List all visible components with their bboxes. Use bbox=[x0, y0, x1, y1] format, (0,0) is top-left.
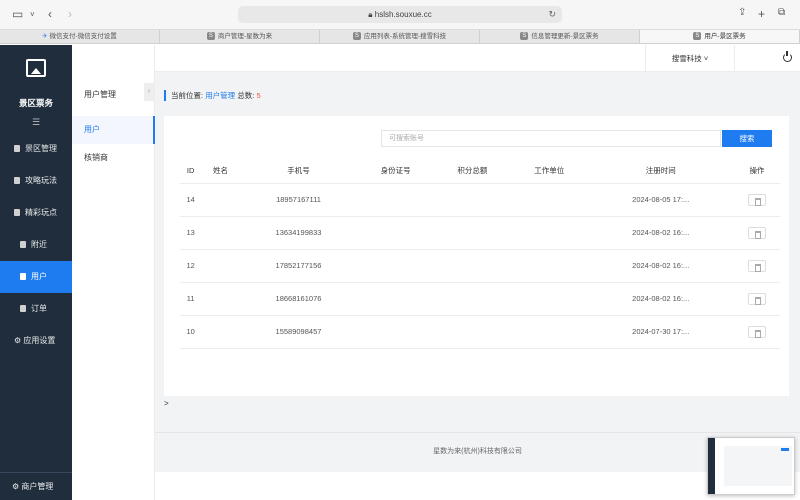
subnav-title: 用户管理 bbox=[84, 90, 116, 99]
gear-icon: ⚙ bbox=[14, 336, 24, 345]
tab-bar: ✈ 微信支付-微信支付设置 S 商户管理-星数为来 S 应用列表-系统管理-搜雪科技… bbox=[0, 30, 800, 44]
tab-app-list[interactable]: S 应用列表-系统管理-搜雪科技 bbox=[320, 30, 480, 43]
tab-overview-icon[interactable]: ⧉ bbox=[778, 7, 785, 18]
sidebar-item-guides[interactable]: 攻略玩法 bbox=[0, 165, 72, 197]
sidebar-item-nearby[interactable]: 附近 bbox=[0, 229, 72, 261]
site-favicon-icon: S bbox=[206, 32, 215, 41]
col-id: ID bbox=[180, 159, 202, 184]
search-button[interactable]: 搜索 bbox=[722, 130, 772, 147]
sidebar-toggle-icon[interactable]: ▭ bbox=[12, 7, 23, 21]
thumbnail-button bbox=[781, 448, 789, 451]
table-row: 10 15589098457 2024-07-30 17:... bbox=[180, 315, 780, 349]
document-icon bbox=[20, 273, 26, 280]
col-workplace: 工作单位 bbox=[510, 159, 588, 184]
sidebar-item-users[interactable]: 用户 bbox=[0, 261, 72, 293]
back-icon[interactable]: ‹ bbox=[48, 7, 52, 21]
company-dropdown[interactable]: 搜雪科技 ˅ bbox=[645, 45, 735, 72]
url-text: hslsh.souxue.cc bbox=[374, 10, 432, 19]
reload-icon[interactable]: ↻ bbox=[548, 6, 556, 23]
col-actions: 操作 bbox=[733, 159, 780, 184]
col-register-time: 注册时间 bbox=[587, 159, 734, 184]
search-input[interactable]: 可搜索账号 bbox=[381, 130, 721, 147]
subnav-item-users[interactable]: 用户 bbox=[72, 116, 155, 144]
pagination-arrow[interactable]: > bbox=[164, 399, 169, 408]
sidebar-item-app-settings[interactable]: ⚙ 应用设置 bbox=[0, 325, 72, 357]
col-points: 积分总额 bbox=[434, 159, 511, 184]
document-icon bbox=[20, 241, 26, 248]
thumbnail-card bbox=[724, 446, 792, 486]
sidebar-item-highlights[interactable]: 精彩玩点 bbox=[0, 197, 72, 229]
table-row: 14 18957167111 2024-08-05 17:... bbox=[180, 183, 780, 217]
collapse-icon[interactable]: ‹ bbox=[144, 83, 154, 101]
top-header: 搜雪科技 ˅ bbox=[155, 45, 800, 72]
new-tab-icon[interactable]: + bbox=[758, 7, 765, 21]
table-row: 13 13634199833 2024-08-02 16:... bbox=[180, 216, 780, 250]
document-icon bbox=[14, 177, 20, 184]
screenshot-thumbnail[interactable] bbox=[707, 437, 795, 495]
site-favicon-icon: S bbox=[352, 32, 361, 41]
sub-sidebar: 用户管理 ‹ 用户 核销商 bbox=[72, 45, 155, 500]
col-idcard: 身份证号 bbox=[357, 159, 435, 184]
wechat-favicon-icon: ✈ bbox=[42, 33, 50, 40]
user-table: ID 姓名 手机号 身份证号 积分总额 工作单位 注册时间 操作 14 1895… bbox=[180, 159, 780, 349]
gear-icon: ⚙ bbox=[12, 482, 22, 491]
footer: 星数为来(杭州)科技有限公司 bbox=[155, 432, 800, 472]
breadcrumb-current[interactable]: 用户管理 bbox=[205, 91, 235, 100]
site-favicon-icon: S bbox=[693, 32, 702, 41]
sidebar-item-scenic[interactable]: 景区管理 bbox=[0, 133, 72, 165]
total-count: 5 bbox=[256, 91, 261, 100]
breadcrumb: 当前位置: 用户管理 总数: 5 bbox=[164, 90, 261, 101]
image-logo-icon bbox=[26, 59, 46, 77]
delete-icon[interactable] bbox=[747, 292, 766, 305]
share-icon[interactable]: ⇪ bbox=[738, 7, 746, 18]
chevron-down-icon[interactable]: ˅ bbox=[30, 10, 35, 19]
tab-wechat-pay[interactable]: ✈ 微信支付-微信支付设置 bbox=[0, 30, 160, 43]
thumbnail-sidebar bbox=[708, 438, 715, 494]
col-phone: 手机号 bbox=[239, 159, 358, 184]
delete-icon[interactable] bbox=[747, 259, 766, 272]
sidebar-item-merchant[interactable]: ⚙ 商户管理 bbox=[0, 472, 72, 500]
address-bar[interactable]: 🔒︎ hslsh.souxue.cc ↻ bbox=[238, 6, 562, 23]
menu-icon[interactable]: ☰ bbox=[0, 117, 72, 128]
power-icon[interactable] bbox=[783, 51, 792, 62]
delete-icon[interactable] bbox=[747, 325, 766, 338]
tab-users[interactable]: S 用户-景区票务 bbox=[640, 30, 800, 43]
tab-merchant[interactable]: S 商户管理-星数为来 bbox=[160, 30, 320, 43]
col-name: 姓名 bbox=[201, 159, 240, 184]
delete-icon[interactable] bbox=[747, 226, 766, 239]
brand-name: 景区票务 bbox=[18, 98, 53, 108]
browser-toolbar: ▭ ˅ ‹ › 🔒︎ hslsh.souxue.cc ↻ ⇪ + ⧉ bbox=[0, 0, 800, 30]
document-icon bbox=[14, 145, 20, 152]
sidebar: 景区票务 ☰ 景区管理 攻略玩法 精彩玩点 附近 用户 订单 ⚙ 应用设置 ⚙ … bbox=[0, 45, 72, 500]
document-icon bbox=[20, 305, 26, 312]
table-row: 11 18668161076 2024-08-02 16:... bbox=[180, 282, 780, 316]
site-favicon-icon: S bbox=[520, 32, 529, 41]
table-header-row: ID 姓名 手机号 身份证号 积分总额 工作单位 注册时间 操作 bbox=[180, 159, 780, 184]
delete-icon[interactable] bbox=[747, 193, 766, 206]
main-content: 当前位置: 用户管理 总数: 5 可搜索账号 搜索 ID 姓名 手机号 身份证号… bbox=[155, 72, 800, 432]
sidebar-item-orders[interactable]: 订单 bbox=[0, 293, 72, 325]
table-row: 12 17852177156 2024-08-02 16:... bbox=[180, 249, 780, 283]
forward-icon[interactable]: › bbox=[68, 7, 72, 21]
subnav-item-verifiers[interactable]: 核销商 bbox=[72, 144, 155, 172]
user-list-card: 可搜索账号 搜索 ID 姓名 手机号 身份证号 积分总额 工作单位 注册时间 操… bbox=[164, 116, 789, 396]
document-icon bbox=[14, 209, 20, 216]
tab-info[interactable]: S 信息管理更新-景区票务 bbox=[480, 30, 640, 43]
